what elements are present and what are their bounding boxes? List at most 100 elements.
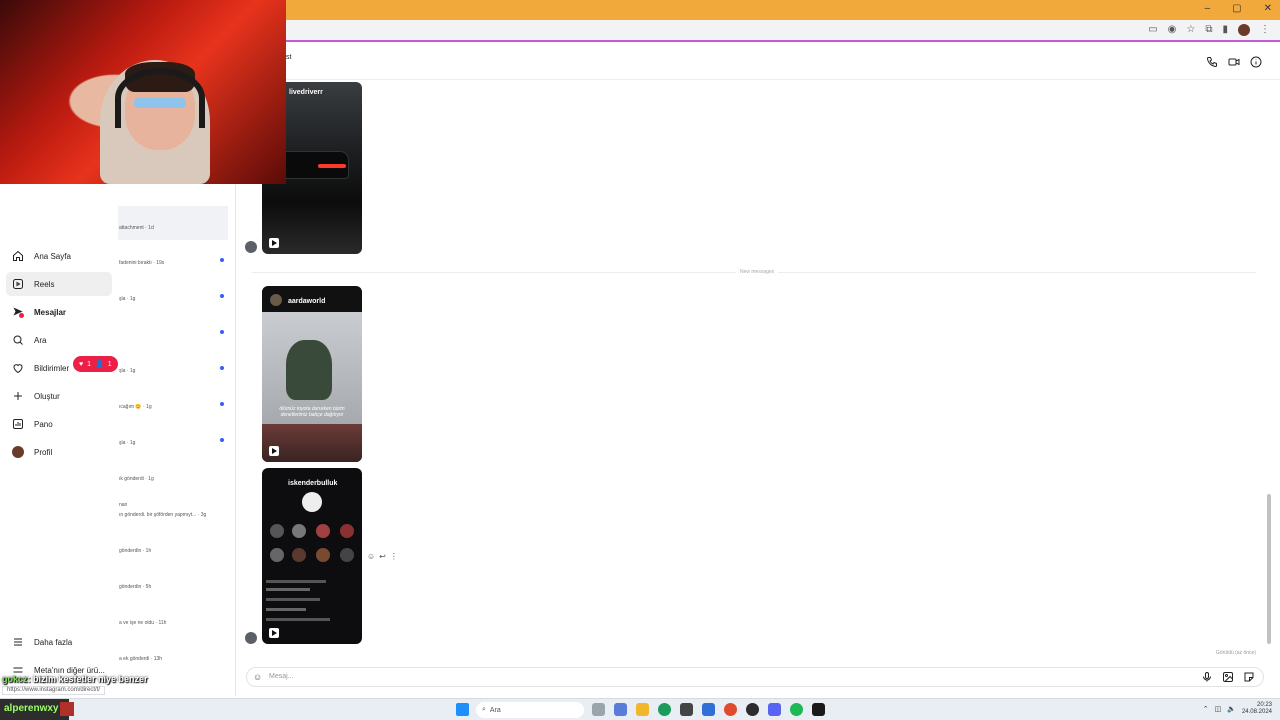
sidebar-item-more[interactable]: Daha fazla xyxy=(6,630,112,654)
message-actions: ☺ ↩ ⋮ xyxy=(367,552,398,561)
discord-icon[interactable] xyxy=(768,703,781,716)
store-icon[interactable] xyxy=(680,703,693,716)
reel-profile-pic xyxy=(302,492,322,512)
conversation-item[interactable]: ık gönderdi · 1g xyxy=(118,476,228,482)
sidebar-item-search[interactable]: Ara xyxy=(6,328,112,352)
conversation-item[interactable]: gönderdin · 1h xyxy=(118,548,228,554)
vscode-icon[interactable] xyxy=(702,703,715,716)
sender-avatar[interactable] xyxy=(245,632,257,644)
taskbar-clock[interactable]: 20:23 24.08.2024 xyxy=(1242,702,1272,716)
extensions-icon[interactable]: ⧉ xyxy=(1205,24,1212,36)
caption-username: gokcz xyxy=(2,674,28,684)
hamburger-menu-icon xyxy=(14,638,22,646)
video-call-icon[interactable] xyxy=(1228,56,1240,68)
sticker-icon[interactable] xyxy=(1243,671,1255,683)
conversation-item[interactable]: fadenini bıraktı · 19s xyxy=(118,260,228,266)
reel-comment-list xyxy=(266,580,336,624)
volume-icon[interactable]: 🔈 xyxy=(1227,705,1236,713)
edge-icon[interactable] xyxy=(658,703,671,716)
conversation-item[interactable]: şla · 1g xyxy=(118,368,228,374)
unread-indicator xyxy=(220,366,224,370)
message-thread[interactable]: livedriverr New messages aardaworld ölüm… xyxy=(236,80,1266,660)
dashboard-icon xyxy=(13,419,23,429)
terminal-icon[interactable] xyxy=(812,703,825,716)
window-controls: – ▢ ✕ xyxy=(1205,3,1272,14)
obs-icon[interactable] xyxy=(746,703,759,716)
conversation-item[interactable]: a ek gönderdi · 13h xyxy=(118,656,228,662)
shared-reel[interactable]: iskenderbulluk xyxy=(262,468,362,644)
scrollbar[interactable] xyxy=(1266,84,1272,660)
chevron-up-icon[interactable]: ⌃ xyxy=(1203,705,1209,713)
notification-badge[interactable]: ♥ 1 👤 1 xyxy=(73,356,118,372)
profile-avatar-browser[interactable] xyxy=(1238,24,1250,36)
chat-title[interactable]: st xyxy=(286,54,291,61)
phone-icon[interactable] xyxy=(1206,56,1218,68)
unread-indicator xyxy=(220,330,224,334)
conversation-list[interactable]: attachment · 1d fadenini bıraktı · 19s ş… xyxy=(118,184,236,696)
network-icon[interactable]: ◫ xyxy=(1215,705,1222,713)
maximize-button[interactable]: ▢ xyxy=(1232,3,1241,14)
cast-icon[interactable]: ▭ xyxy=(1148,24,1157,36)
conversation-item[interactable]: attachment · 1d xyxy=(118,206,228,240)
person-icon: 👤 xyxy=(95,361,104,368)
reel-face xyxy=(286,340,332,400)
close-button[interactable]: ✕ xyxy=(1264,3,1272,14)
taskbar: alperenwxy : ⌕ Ara ⌃ ◫ 🔈 20:23 24. xyxy=(0,698,1280,720)
spotify-icon[interactable] xyxy=(790,703,803,716)
shared-reel[interactable]: aardaworld ölümüz toyota dururken bizim … xyxy=(262,286,362,462)
chat-header-actions xyxy=(1206,56,1262,68)
file-explorer-icon[interactable] xyxy=(636,703,649,716)
likes-count: 1 xyxy=(87,360,92,368)
sidebar-item-reels[interactable]: Reels xyxy=(6,272,112,296)
conversation-item[interactable]: şla · 1g xyxy=(118,440,228,446)
taskbar-app-icon[interactable] xyxy=(60,702,74,716)
emoji-icon[interactable]: ☺ xyxy=(253,672,262,682)
sidebar-item-label: Mesajlar xyxy=(34,307,67,317)
sidebar-item-home[interactable]: Ana Sayfa xyxy=(6,244,112,268)
chrome-icon[interactable] xyxy=(724,703,737,716)
menu-dots-icon[interactable]: ⋮ xyxy=(1260,24,1270,36)
conversation-item[interactable]: şla · 1g xyxy=(118,296,228,302)
sidebar-item-label: Pano xyxy=(34,419,53,429)
conversation-item[interactable]: gönderdin · 5h xyxy=(118,584,228,590)
split-icon[interactable]: ▮ xyxy=(1222,24,1228,36)
message-input[interactable]: Mesaj... xyxy=(269,673,294,680)
conversation-item[interactable]: nan xyxy=(118,502,228,508)
info-icon[interactable] xyxy=(1250,56,1262,68)
more-options-icon[interactable]: ⋮ xyxy=(390,552,398,561)
star-icon[interactable]: ☆ xyxy=(1186,24,1195,36)
sidebar-item-profile[interactable]: Profil xyxy=(6,440,112,464)
home-icon xyxy=(13,250,23,261)
browser-status-url: https://www.instagram.com/direct/t/ xyxy=(2,686,106,695)
task-view-icon[interactable] xyxy=(592,703,605,716)
react-icon[interactable]: ☺ xyxy=(367,552,375,561)
microphone-icon[interactable] xyxy=(1201,671,1213,683)
image-icon[interactable] xyxy=(1222,671,1234,683)
play-icon xyxy=(269,238,279,248)
reel-username: aardaworld xyxy=(288,298,326,305)
reel-username: livedriverr xyxy=(289,89,323,96)
scrollbar-thumb[interactable] xyxy=(1267,494,1271,644)
windows-start-icon[interactable] xyxy=(456,703,469,716)
sidebar-item-label: Ana Sayfa xyxy=(34,251,71,261)
new-messages-label: New messages xyxy=(736,269,779,275)
message-composer[interactable]: ☺ Mesaj... xyxy=(246,667,1264,687)
reply-icon[interactable]: ↩ xyxy=(379,552,386,561)
sender-avatar[interactable] xyxy=(245,241,257,253)
minimize-button[interactable]: – xyxy=(1205,3,1211,14)
eye-off-icon[interactable]: ◉ xyxy=(1168,24,1177,36)
reel-caption: ölümüz toyota dururken bizim denetlerimi… xyxy=(279,406,345,418)
clock-date: 24.08.2024 xyxy=(1241,709,1272,715)
sidebar-item-messages[interactable]: Mesajlar xyxy=(6,300,112,324)
conversation-item[interactable]: ın gönderdi. bir şöförden yapmıyt... · 3… xyxy=(118,512,228,518)
sidebar-item-create[interactable]: Oluştur xyxy=(6,384,112,408)
app-icon[interactable] xyxy=(614,703,627,716)
webcam-overlay xyxy=(0,0,286,184)
taskbar-search[interactable]: ⌕ Ara xyxy=(476,702,584,718)
conversation-item[interactable]: a ve işe ne oldu · 11h xyxy=(118,620,228,626)
conversation-item[interactable]: ıcağım 😊 · 1g xyxy=(118,404,228,410)
sidebar-item-dashboard[interactable]: Pano xyxy=(6,412,112,436)
heart-icon: ♥ xyxy=(79,360,84,368)
profile-avatar xyxy=(12,446,24,458)
sidebar-item-label: Daha fazla xyxy=(34,637,73,647)
